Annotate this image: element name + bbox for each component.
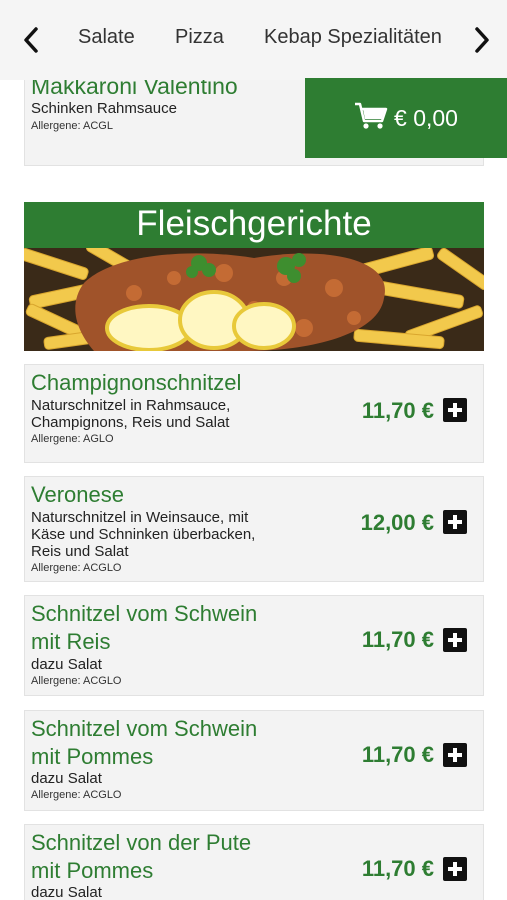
item-price: 12,00 € <box>360 510 434 535</box>
item-description: dazu Salat <box>31 884 102 900</box>
item-name-line: Schnitzel vom Schwein <box>31 601 258 626</box>
category-image <box>24 248 484 351</box>
menu-item-card[interactable]: Schnitzel von der Pute mit Pommes dazu S… <box>24 824 484 900</box>
item-description-line: Naturschnitzel in Weinsauce, mit <box>31 509 249 526</box>
nav-item-pizza[interactable]: Pizza <box>175 26 224 49</box>
item-name-line: mit Pommes <box>31 744 154 769</box>
item-allergens: Allergene: AGLO <box>31 433 114 445</box>
item-name-line: mit Pommes <box>31 858 154 883</box>
item-price: 11,70 € <box>361 742 434 767</box>
item-name-line: Schnitzel vom Schwein <box>31 716 258 741</box>
cart-total: € 0,00 <box>394 104 458 131</box>
item-name: Veronese <box>31 482 124 507</box>
item-price: 11,70 € <box>361 398 434 423</box>
item-description-line: Champignons, Reis und Salat <box>31 414 230 431</box>
item-description: dazu Salat <box>31 770 102 787</box>
item-price: 11,70 € <box>361 627 434 652</box>
item-name-line: Schnitzel von der Pute <box>31 830 252 855</box>
cart-button[interactable]: € 0,00 <box>305 78 507 158</box>
menu-item-card[interactable]: Veronese Naturschnitzel in Weinsauce, mi… <box>24 476 484 582</box>
item-allergens: Allergene: ACGLO <box>31 562 122 574</box>
item-name: Champignonschnitzel <box>31 370 242 395</box>
cart-icon <box>354 101 388 136</box>
item-allergens: Allergene: ACGLO <box>31 789 122 801</box>
item-description-line: Käse und Schninken überbacken, <box>31 526 256 543</box>
plus-icon[interactable] <box>443 398 467 422</box>
chevron-right-icon[interactable] <box>467 22 497 58</box>
category-nav: Salate Pizza Kebap Spezialitäten <box>0 0 507 80</box>
item-description-line: Reis und Salat <box>31 543 129 560</box>
menu-item-card[interactable]: Schnitzel vom Schwein mit Pommes dazu Sa… <box>24 710 484 811</box>
chevron-left-icon[interactable] <box>16 22 46 58</box>
menu-item-card[interactable]: Schnitzel vom Schwein mit Reis dazu Sala… <box>24 595 484 696</box>
item-description-line: Naturschnitzel in Rahmsauce, <box>31 397 231 414</box>
category-title: Fleischgerichte <box>136 204 372 243</box>
plus-icon[interactable] <box>443 510 467 534</box>
item-allergens: Allergene: ACGLO <box>31 675 122 687</box>
menu-item-card[interactable]: Champignonschnitzel Naturschnitzel in Ra… <box>24 364 484 463</box>
category-header: Fleischgerichte <box>24 202 484 248</box>
plus-icon[interactable] <box>443 743 467 767</box>
item-description: dazu Salat <box>31 656 102 673</box>
item-name-line: mit Reis <box>31 629 111 654</box>
plus-icon[interactable] <box>443 628 467 652</box>
item-description: Schinken Rahmsauce <box>31 100 177 117</box>
nav-item-salate[interactable]: Salate <box>78 26 135 49</box>
plus-icon[interactable] <box>443 857 467 881</box>
item-allergens: Allergene: ACGL <box>31 120 113 132</box>
item-price: 11,70 € <box>361 856 434 881</box>
nav-item-kebap-spezialitaeten[interactable]: Kebap Spezialitäten <box>264 26 442 49</box>
menu-page: Makkaroni Valentino Schinken Rahmsauce A… <box>0 0 507 900</box>
